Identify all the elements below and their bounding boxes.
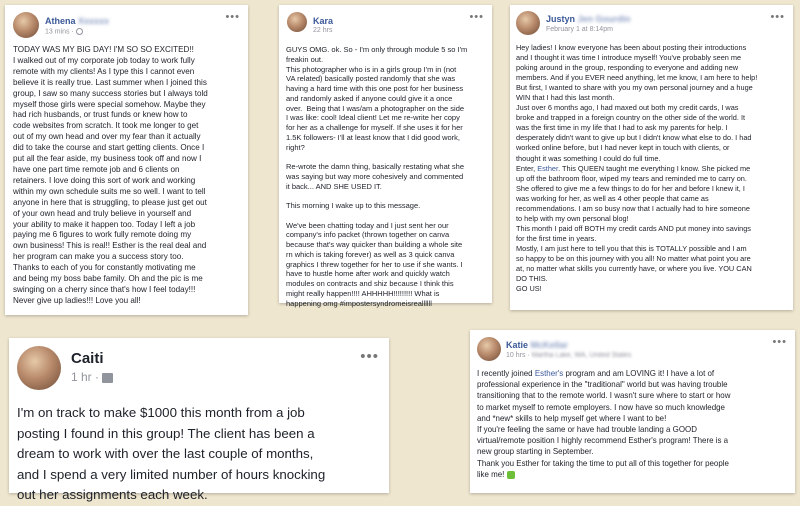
post-card-athena: Athena Xxxxxx 13 mins · ••• TODAY WAS MY… (5, 5, 248, 315)
post-line: GO US! (516, 284, 542, 294)
post-line: I recently joined Esther's program and a… (477, 369, 715, 378)
post-line: poking around in the group, responding t… (516, 63, 739, 73)
post-line: like me! (477, 469, 793, 480)
post-time[interactable]: 22 hrs (313, 27, 332, 34)
post-header: Athena Xxxxxx 13 mins · ••• (5, 5, 248, 38)
post-header: Katie McKellar 10 hrs · Martha Lake, WA,… (470, 330, 795, 361)
author-name[interactable]: Katie McKellar (506, 340, 568, 350)
more-options-icon[interactable]: ••• (772, 336, 787, 348)
more-options-icon[interactable]: ••• (225, 11, 240, 23)
post-card-kara: Kara 22 hrs ••• GUYS OMG. ok. So - I'm o… (279, 5, 492, 308)
post-body: TODAY WAS MY BIG DAY! I'M SO SO EXCITED!… (13, 45, 208, 305)
mention-esther[interactable]: Esther's (535, 369, 563, 378)
post-line: to market myself to remote employers. I … (477, 402, 725, 412)
group-icon (102, 372, 114, 383)
avatar[interactable] (13, 12, 39, 38)
post-line: She offered to give me a few things to d… (516, 183, 745, 193)
more-options-icon[interactable]: ••• (770, 11, 785, 23)
post-line: DO THIS. (516, 274, 548, 284)
post-line: up off the bathroom floor, wiped my tear… (516, 173, 747, 183)
post-line: recommendations. I am so busy now that I… (516, 203, 750, 213)
post-line: Mostly, I am just here to tell you that … (516, 243, 747, 253)
author-name[interactable]: Athena Xxxxxx (45, 16, 109, 26)
post-line: and *new* skills to help myself get wher… (477, 413, 667, 423)
post-line: But first, I wanted to share with you my… (516, 83, 753, 93)
post-line: so happy to be on this journey with you … (516, 253, 751, 263)
more-options-icon[interactable]: ••• (469, 11, 484, 23)
post-line: professional experience in the "traditio… (477, 380, 728, 390)
post-time[interactable]: 1 hr · (71, 370, 114, 384)
post-body: Hey ladies! I know everyone has been abo… (516, 43, 794, 294)
avatar[interactable] (17, 346, 61, 390)
post-header: Justyn Jen Gourdin February 1 at 8:14pm … (510, 5, 793, 35)
globe-icon (75, 28, 83, 35)
post-line: This month I paid off BOTH my credit car… (516, 223, 751, 233)
post-line: virtual/remote position I highly recomme… (477, 436, 729, 446)
author-name[interactable]: Justyn Jen Gourdin (546, 14, 631, 24)
post-line: at, no matter what skills you currently … (516, 264, 752, 274)
post-card-caiti: Caiti 1 hr · ••• I'm on track to make $1… (9, 338, 389, 502)
post-time[interactable]: February 1 at 8:14pm (546, 26, 613, 33)
post-line: broke and trapped in a foreign country o… (516, 113, 746, 123)
post-line: to help with my own personal blog! (516, 213, 629, 223)
author-name[interactable]: Kara (313, 16, 333, 26)
avatar[interactable] (516, 11, 540, 35)
post-line: Just over 6 months ago, I had maxed out … (516, 103, 739, 113)
post-time[interactable]: 10 hrs · Martha Lake, WA, United States (506, 352, 631, 359)
post-line: thought it was something I could do full… (516, 153, 661, 163)
post-line: worked online before, but I had never ke… (516, 143, 730, 153)
post-line: Thank you Esther for taking the time to … (477, 458, 729, 468)
post-line: new group starting in September. (477, 447, 594, 457)
post-line: was working for her, as well as 4 other … (516, 193, 709, 203)
post-line: members. And if you EVER need anything, … (516, 73, 758, 83)
post-time[interactable]: 13 mins · (45, 28, 83, 35)
post-line: transitioning that to the remote world. … (477, 391, 731, 401)
post-card-justyn: Justyn Jen Gourdin February 1 at 8:14pm … (510, 5, 793, 310)
avatar[interactable] (477, 337, 501, 361)
post-line: If you're feeling the same or have had t… (477, 425, 697, 435)
post-header: Kara 22 hrs ••• (279, 5, 492, 35)
post-body: I recently joined Esther's program and a… (477, 368, 793, 480)
post-card-katie: Katie McKellar 10 hrs · Martha Lake, WA,… (470, 330, 795, 493)
post-body: I'm on track to make $1000 this month fr… (17, 405, 326, 502)
green-heart-icon (506, 470, 515, 479)
post-line: and I thought it was time I introduce my… (516, 53, 742, 63)
post-line: desperately didn't want to give up but I… (516, 133, 752, 143)
post-line: Hey ladies! I know everyone has been abo… (516, 43, 747, 52)
post-body: GUYS OMG. ok. So - I'm only through modu… (286, 45, 468, 308)
more-options-icon[interactable]: ••• (360, 348, 379, 365)
mention-esther[interactable]: Esther (537, 164, 558, 173)
avatar[interactable] (287, 12, 307, 32)
post-header: Caiti 1 hr · ••• (9, 338, 389, 390)
post-line: Enter, Esther. This QUEEN taught me ever… (516, 163, 751, 173)
post-line: WIN that I had this last month. (516, 93, 615, 103)
post-line: was the first time in my life that I had… (516, 123, 728, 133)
author-name[interactable]: Caiti (71, 350, 104, 367)
post-line: for the first time in years. (516, 233, 597, 243)
